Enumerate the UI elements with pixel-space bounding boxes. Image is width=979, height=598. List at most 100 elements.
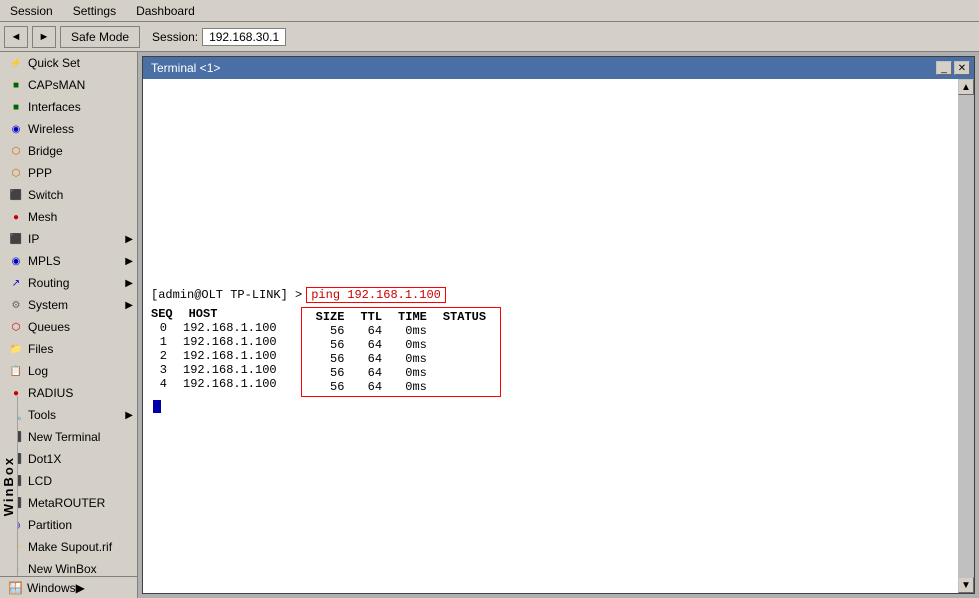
table-row: 3192.168.1.100 — [151, 363, 277, 377]
sidebar-item-switch[interactable]: ⬛ Switch — [0, 184, 137, 206]
sidebar-item-mpls[interactable]: ◉ MPLS ▶ — [0, 250, 137, 272]
terminal-prompt: [admin@OLT TP-LINK] > — [151, 288, 302, 302]
wireless-icon: ◉ — [8, 121, 24, 137]
sidebar-item-interfaces[interactable]: ■Interfaces — [0, 96, 137, 118]
mesh-icon: ● — [8, 209, 24, 225]
forward-button[interactable]: ► — [32, 26, 56, 48]
table-row: 4192.168.1.100 — [151, 377, 277, 391]
bridge-label: Bridge — [28, 144, 63, 158]
sidebar-item-wireless[interactable]: ◉ Wireless — [0, 118, 137, 140]
files-label: Files — [28, 342, 53, 356]
menu-settings[interactable]: Settings — [67, 2, 122, 20]
scroll-up-button[interactable]: ▲ — [958, 79, 974, 95]
sidebar-item-ppp[interactable]: ⬡ PPP — [0, 162, 137, 184]
sidebar-item-dot1x[interactable]: ⬛Dot1X — [0, 448, 137, 470]
quick-set-icon: ⚡ — [8, 55, 24, 71]
terminal-command: ping 192.168.1.100 — [306, 287, 446, 303]
partition-label: Partition — [28, 518, 72, 532]
windows-arrow: ▶ — [76, 581, 85, 595]
mpls-icon: ◉ — [8, 253, 24, 269]
back-button[interactable]: ◄ — [4, 26, 28, 48]
terminal-title: Terminal <1> — [147, 61, 220, 75]
sidebar-item-radius[interactable]: ●RADIUS — [0, 382, 137, 404]
scroll-track — [958, 95, 974, 577]
sidebar-item-windows[interactable]: 🪟 Windows ▶ — [0, 576, 137, 598]
routing-arrow: ▶ — [125, 278, 133, 289]
queues-icon: ⬡ — [8, 319, 24, 335]
capsman-label: CAPsMAN — [28, 78, 85, 92]
ip-label: IP — [28, 232, 39, 246]
sidebar-item-make-supout[interactable]: ⚡Make Supout.rif — [0, 536, 137, 558]
sidebar-item-quick-set[interactable]: ⚡ Quick Set — [0, 52, 137, 74]
windows-icon: 🪟 — [8, 581, 23, 595]
sidebar-item-routing[interactable]: ↗Routing▶ — [0, 272, 137, 294]
tools-label: Tools — [28, 408, 56, 422]
session-value: 192.168.30.1 — [202, 28, 286, 46]
files-icon: 📁 — [8, 341, 24, 357]
table-row: 1192.168.1.100 — [151, 335, 277, 349]
table-row: 56640ms — [308, 324, 494, 338]
dot1x-label: Dot1X — [28, 452, 61, 466]
sidebar-item-capsman[interactable]: ■ CAPsMAN — [0, 74, 137, 96]
sidebar-item-queues[interactable]: ⬡Queues — [0, 316, 137, 338]
wireless-label: Wireless — [28, 122, 74, 136]
menu-dashboard[interactable]: Dashboard — [130, 2, 201, 20]
sidebar-item-tools[interactable]: 🔧Tools▶ — [0, 404, 137, 426]
mpls-arrow: ▶ — [125, 256, 133, 267]
system-label: System — [28, 298, 68, 312]
capsman-icon: ■ — [8, 77, 24, 93]
table-row: 56640ms — [308, 352, 494, 366]
terminal-scrollbar: ▲ ▼ — [958, 79, 974, 593]
sidebar-item-system[interactable]: ⚙System▶ — [0, 294, 137, 316]
sidebar-items: ⚡ Quick Set ■ CAPsMAN ■Interfaces ◉ Wireless ⬡ B… — [0, 52, 137, 598]
bridge-icon: ⬡ — [8, 143, 24, 159]
menu-session[interactable]: Session — [4, 2, 59, 20]
status-header: STATUS — [435, 310, 494, 324]
mpls-label: MPLS — [28, 254, 61, 268]
sidebar-item-metarouter[interactable]: ⬛MetaROUTER — [0, 492, 137, 514]
switch-icon: ⬛ — [8, 187, 24, 203]
seq-header: SEQ — [151, 307, 173, 321]
sidebar-item-ip[interactable]: ⬛IP▶ — [0, 228, 137, 250]
metarouter-label: MetaROUTER — [28, 496, 105, 510]
safe-mode-button[interactable]: Safe Mode — [60, 26, 140, 48]
time-header: TIME — [390, 310, 435, 324]
ppp-label: PPP — [28, 166, 52, 180]
tools-arrow: ▶ — [125, 410, 133, 421]
table-row: 56640ms — [308, 380, 494, 394]
quick-set-label: Quick Set — [28, 56, 80, 70]
terminal-body-container: [admin@OLT TP-LINK] > ping 192.168.1.100 S… — [143, 79, 974, 593]
scroll-down-button[interactable]: ▼ — [958, 577, 974, 593]
terminal-content[interactable]: [admin@OLT TP-LINK] > ping 192.168.1.100 S… — [143, 79, 958, 593]
terminal-close-button[interactable]: ✕ — [954, 61, 970, 75]
terminal-minimize-button[interactable]: _ — [936, 61, 952, 75]
table-row: 56640ms — [308, 338, 494, 352]
sidebar-windows-label: Windows — [27, 581, 76, 595]
routing-label: Routing — [28, 276, 69, 290]
switch-label: Switch — [28, 188, 63, 202]
sidebar-item-lcd[interactable]: ⬛LCD — [0, 470, 137, 492]
interfaces-icon: ■ — [8, 99, 24, 115]
ppp-icon: ⬡ — [8, 165, 24, 181]
radius-label: RADIUS — [28, 386, 73, 400]
sidebar: ⚡ Quick Set ■ CAPsMAN ■Interfaces ◉ Wireless ⬡ B… — [0, 52, 138, 598]
winbox-vertical-label: WinBox — [1, 456, 16, 516]
mesh-label: Mesh — [28, 210, 57, 224]
lcd-label: LCD — [28, 474, 52, 488]
terminal-titlebar: Terminal <1> _ ✕ — [143, 57, 974, 79]
sidebar-item-partition[interactable]: ◉Partition — [0, 514, 137, 536]
ip-arrow: ▶ — [125, 234, 133, 245]
menubar: Session Settings Dashboard — [0, 0, 979, 22]
sidebar-item-mesh[interactable]: ● Mesh — [0, 206, 137, 228]
sidebar-item-log[interactable]: 📋 Log — [0, 360, 137, 382]
sidebar-item-new-terminal[interactable]: ⬛New Terminal — [0, 426, 137, 448]
system-icon: ⚙ — [8, 297, 24, 313]
sidebar-item-bridge[interactable]: ⬡ Bridge — [0, 140, 137, 162]
size-ttl-time-table: SIZETTLTIMESTATUS56640ms56640ms56640ms56… — [301, 307, 501, 397]
toolbar: ◄ ► Safe Mode Session: 192.168.30.1 — [0, 22, 979, 52]
log-label: Log — [28, 364, 48, 378]
table-row: 0192.168.1.100 — [151, 321, 277, 335]
content-area: Terminal <1> _ ✕ [admin@OLT TP-LINK] > pi… — [138, 52, 979, 598]
sidebar-item-files[interactable]: 📁 Files — [0, 338, 137, 360]
log-icon: 📋 — [8, 363, 24, 379]
